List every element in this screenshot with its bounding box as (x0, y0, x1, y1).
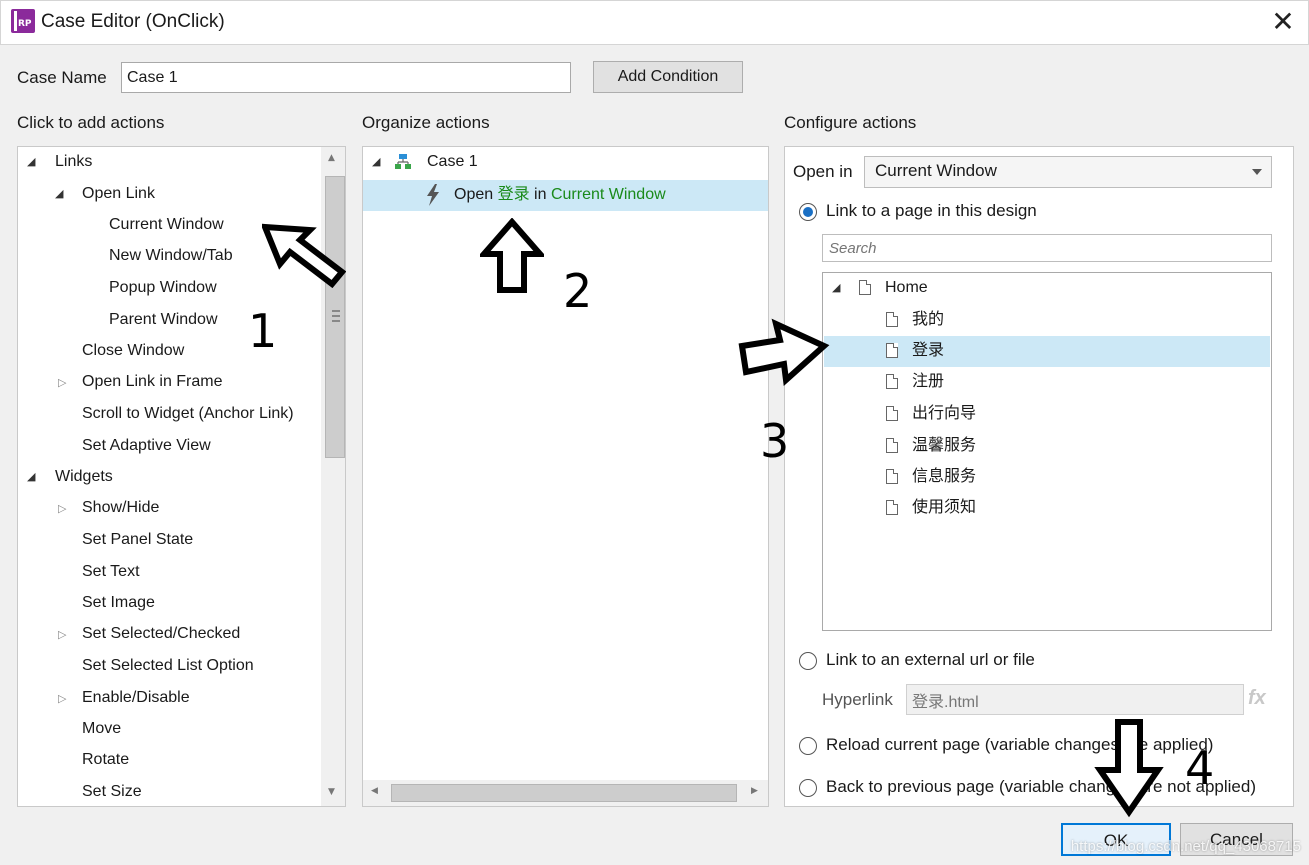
horizontal-scrollbar[interactable]: ◀ ▶ (363, 780, 768, 806)
axure-app-icon: RP (11, 9, 35, 33)
page-item[interactable]: 注册 (912, 367, 944, 397)
case-name-input[interactable] (121, 62, 571, 93)
hyperlink-input[interactable] (906, 684, 1244, 715)
tree-item-move[interactable]: Move (82, 714, 121, 744)
tree-item-new-window-tab[interactable]: New Window/Tab (109, 241, 233, 271)
scroll-left-icon[interactable]: ◀ (371, 786, 378, 796)
annotation-arrow-3 (738, 318, 830, 388)
window-title: Case Editor (OnClick) (41, 11, 225, 32)
page-icon (886, 312, 898, 327)
page-search-input[interactable] (822, 234, 1272, 262)
action-mid: in (529, 186, 551, 203)
tree-item-set-selected-list-option[interactable]: Set Selected List Option (82, 651, 254, 681)
annotation-number-1: 1 (248, 304, 278, 358)
page-icon (886, 406, 898, 421)
page-icon (886, 469, 898, 484)
radio-back-page[interactable] (799, 779, 817, 797)
right-section-title: Configure actions (784, 113, 917, 132)
page-tree: ◢ Home 我的 登录 注册 出行向导 温馨服务 信息服务 使用须知 (822, 272, 1272, 631)
expand-open-icon[interactable]: ◢ (55, 179, 63, 209)
expand-open-icon[interactable]: ◢ (27, 462, 35, 492)
left-section-title: Click to add actions (17, 113, 165, 132)
radio-reload-page[interactable] (799, 737, 817, 755)
tree-item-label: Enable/Disable (82, 689, 190, 706)
scrollbar-thumb[interactable] (391, 784, 737, 802)
tree-item-set-image[interactable]: Set Image (82, 588, 155, 618)
lightning-icon (427, 184, 439, 206)
add-condition-button[interactable]: Add Condition (593, 61, 743, 93)
chevron-down-icon (1252, 169, 1262, 175)
tree-item-parent-window[interactable]: Parent Window (109, 305, 218, 335)
tree-item-label: Widgets (55, 468, 113, 485)
action-prefix: Open (454, 186, 498, 203)
tree-item-label: Show/Hide (82, 499, 160, 516)
configure-actions-panel: Open in Current Window Link to a page in… (784, 146, 1294, 807)
expand-closed-icon[interactable]: ▷ (58, 494, 66, 524)
tree-item-rotate[interactable]: Rotate (82, 745, 129, 775)
fx-icon[interactable]: fx (1248, 687, 1266, 710)
page-item[interactable]: 信息服务 (912, 462, 976, 492)
grip-icon (332, 310, 340, 322)
tree-item-set-adaptive-view[interactable]: Set Adaptive View (82, 431, 211, 461)
radio-external-url[interactable] (799, 652, 817, 670)
expand-open-icon[interactable]: ◢ (372, 147, 380, 177)
open-in-select[interactable]: Current Window (864, 156, 1272, 188)
annotation-arrow-2 (480, 218, 544, 294)
page-item[interactable]: 登录 (912, 336, 944, 366)
page-item[interactable]: 使用须知 (912, 493, 976, 523)
page-icon (886, 374, 898, 389)
scroll-up-icon[interactable]: ▲ (328, 153, 335, 163)
middle-section-title: Organize actions (362, 113, 490, 132)
expand-open-icon[interactable]: ◢ (832, 281, 840, 294)
organize-actions-tree: ◢ Case 1 Open 登录 in Current Window ◀ ▶ (362, 146, 769, 807)
annotation-arrow-1 (262, 222, 346, 288)
tree-item-set-panel-state[interactable]: Set Panel State (82, 525, 193, 555)
page-icon (886, 500, 898, 515)
tree-item-label: Links (55, 153, 93, 170)
page-item[interactable]: 温馨服务 (912, 431, 976, 461)
page-icon (886, 438, 898, 453)
annotation-number-3: 3 (760, 414, 790, 468)
expand-closed-icon[interactable]: ▷ (58, 368, 66, 398)
page-icon (886, 343, 898, 358)
tree-item-close-window[interactable]: Close Window (82, 336, 184, 366)
tree-item-popup-window[interactable]: Popup Window (109, 273, 217, 303)
annotation-number-4: 4 (1185, 741, 1215, 795)
expand-open-icon[interactable]: ◢ (27, 147, 35, 177)
close-icon[interactable]: ✕ (1264, 6, 1302, 40)
annotation-number-2: 2 (563, 264, 593, 318)
tree-item-label: Open Link (82, 185, 155, 202)
flow-icon (395, 154, 411, 169)
tree-item-scroll-to-widget[interactable]: Scroll to Widget (Anchor Link) (82, 399, 294, 429)
page-item-home[interactable]: Home (885, 273, 928, 303)
action-page: 登录 (497, 186, 530, 203)
page-icon (859, 280, 871, 295)
open-in-value: Current Window (875, 161, 997, 180)
open-in-label: Open in (793, 162, 853, 181)
expand-closed-icon[interactable]: ▷ (58, 684, 66, 714)
app-icon-text: RP (18, 19, 32, 29)
tree-item-label: Open Link in Frame (82, 373, 223, 390)
annotation-arrow-4 (1094, 718, 1164, 818)
tree-item-set-size[interactable]: Set Size (82, 777, 142, 806)
expand-closed-icon[interactable]: ▷ (58, 620, 66, 650)
case-label: Case 1 (427, 153, 478, 170)
scroll-right-icon[interactable]: ▶ (751, 786, 758, 796)
page-item[interactable]: 出行向导 (912, 399, 976, 429)
scrollbar-thumb[interactable] (325, 176, 345, 458)
action-target: Current Window (550, 186, 666, 203)
scroll-down-icon[interactable]: ▼ (328, 787, 335, 797)
watermark-text: https://blog.csdn.net/qq_43068715 (1070, 838, 1301, 855)
radio-link-page-label[interactable]: Link to a page in this design (826, 201, 1037, 221)
page-item[interactable]: 我的 (912, 305, 944, 335)
radio-link-page[interactable] (799, 203, 817, 221)
tree-item-current-window[interactable]: Current Window (109, 210, 224, 240)
tree-item-label: Set Selected/Checked (82, 625, 241, 642)
tree-item-set-text[interactable]: Set Text (82, 557, 140, 587)
hyperlink-label: Hyperlink (822, 690, 893, 709)
radio-external-url-label[interactable]: Link to an external url or file (826, 650, 1035, 670)
action-text: Open 登录 in Current Window (454, 180, 666, 210)
case-name-label: Case Name (17, 68, 107, 87)
